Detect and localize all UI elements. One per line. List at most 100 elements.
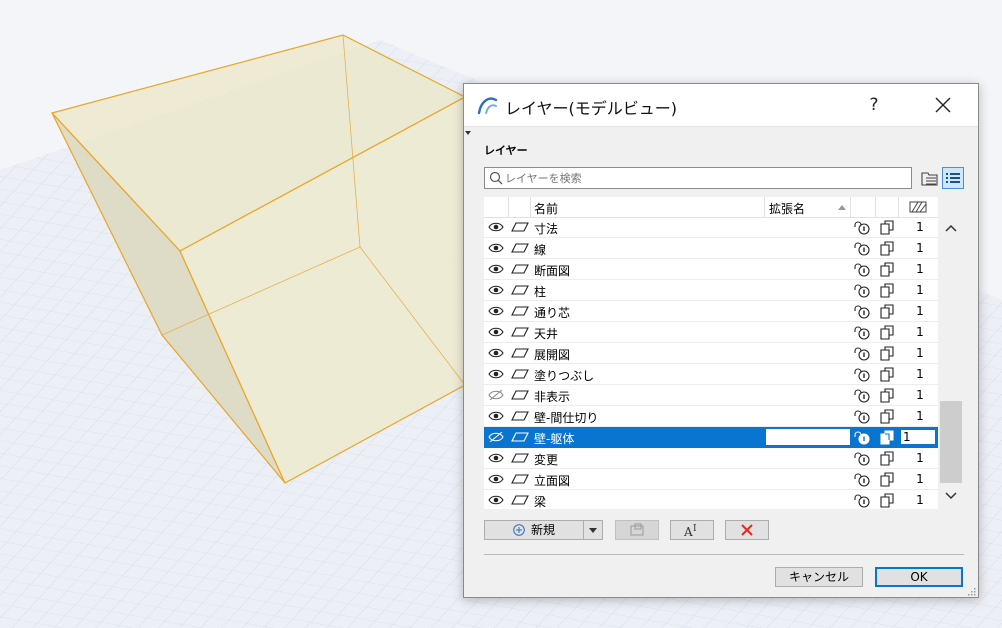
eye-visible-icon[interactable] [488,222,504,232]
lock-toggle-icon[interactable] [853,388,871,403]
layer-row[interactable]: 天井 1 [484,322,938,343]
list-view-button[interactable] [942,167,964,189]
layer-plane-icon[interactable] [511,453,529,463]
layer-plane-icon[interactable] [511,264,529,274]
pen-number[interactable]: 1 [910,220,930,234]
layer-row[interactable]: 柱1 [484,280,938,301]
wireframe-toggle-icon[interactable] [880,409,894,424]
wireframe-toggle-icon[interactable] [880,262,894,277]
lock-toggle-icon[interactable] [853,346,871,361]
eye-visible-icon[interactable] [488,369,504,379]
scroll-up-icon[interactable] [944,223,958,233]
layer-plane-icon[interactable] [511,411,529,421]
layer-plane-icon[interactable] [511,222,529,232]
pen-number[interactable]: 1 [910,451,930,465]
eye-visible-icon[interactable] [488,306,504,316]
layer-row[interactable]: 壁-間仕切り 1 [484,406,938,427]
column-separator[interactable] [764,197,765,217]
pen-number[interactable]: 1 [910,409,930,423]
layer-plane-icon[interactable] [511,432,529,442]
lock-toggle-icon[interactable] [853,430,871,445]
layer-row[interactable]: 通り芯 1 [484,301,938,322]
pen-number[interactable]: 1 [910,283,930,297]
eye-visible-icon[interactable] [488,411,504,421]
pen-number[interactable]: 1 [910,346,930,360]
pen-number[interactable]: 1 [910,388,930,402]
wireframe-toggle-icon[interactable] [880,451,894,466]
layer-row[interactable]: 塗りつぶし 1 [484,364,938,385]
wireframe-toggle-icon[interactable] [880,472,894,487]
layer-row[interactable]: 立面図 1 [484,469,938,490]
lock-toggle-icon[interactable] [853,451,871,466]
eye-visible-icon[interactable] [488,453,504,463]
layer-row[interactable]: 展開図 1 [484,343,938,364]
collapse-arrow-icon[interactable] [465,130,471,136]
layer-row[interactable]: 梁1 [484,490,938,509]
eye-visible-icon[interactable] [488,285,504,295]
lock-toggle-icon[interactable] [853,325,871,340]
column-header-extension[interactable]: 拡張名 [769,200,805,217]
layer-plane-icon[interactable] [511,306,529,316]
eye-hidden-icon[interactable] [488,432,504,442]
layer-plane-icon[interactable] [511,243,529,253]
layer-row[interactable]: 断面図 1 [484,259,938,280]
layer-plane-icon[interactable] [511,474,529,484]
lock-toggle-icon[interactable] [853,367,871,382]
pen-number[interactable]: 1 [910,472,930,486]
title-bar[interactable]: レイヤー(モデルビュー) ? [464,84,978,127]
eye-visible-icon[interactable] [488,348,504,358]
wireframe-toggle-icon[interactable] [880,241,894,256]
column-separator[interactable] [875,197,876,217]
wireframe-toggle-icon[interactable] [880,367,894,382]
lock-toggle-icon[interactable] [853,493,871,508]
search-input[interactable] [505,169,905,187]
layer-plane-icon[interactable] [511,390,529,400]
layer-plane-icon[interactable] [511,369,529,379]
eye-visible-icon[interactable] [488,495,504,505]
wireframe-toggle-icon[interactable] [880,325,894,340]
layer-row[interactable]: 非表示 1 [484,385,938,406]
column-header-name[interactable]: 名前 [534,200,558,217]
layer-row[interactable]: 壁-躯体 1 [484,427,938,448]
pen-number[interactable]: 1 [910,241,930,255]
new-layer-button[interactable]: 新規 [484,520,584,540]
duplicate-layer-button[interactable] [615,520,659,540]
pen-number[interactable]: 1 [910,304,930,318]
lock-toggle-icon[interactable] [853,304,871,319]
wireframe-toggle-icon[interactable] [880,388,894,403]
wireframe-toggle-icon[interactable] [880,493,894,508]
wireframe-toggle-icon[interactable] [880,430,894,445]
lock-toggle-icon[interactable] [853,241,871,256]
close-icon[interactable] [930,92,956,118]
pen-number[interactable]: 1 [910,367,930,381]
search-field[interactable] [484,167,912,189]
layer-plane-icon[interactable] [511,327,529,337]
column-separator[interactable] [508,197,509,217]
layer-plane-icon[interactable] [511,348,529,358]
eye-visible-icon[interactable] [488,243,504,253]
lock-toggle-icon[interactable] [853,409,871,424]
delete-layer-button[interactable] [725,520,769,540]
vertical-scrollbar[interactable] [939,217,963,509]
eye-hidden-icon[interactable] [488,390,504,400]
rename-layer-button[interactable]: A I [670,520,714,540]
pen-header-icon[interactable] [909,200,927,214]
new-layer-dropdown-button[interactable] [583,520,603,540]
lock-toggle-icon[interactable] [853,220,871,235]
column-separator[interactable] [850,197,851,217]
eye-visible-icon[interactable] [488,327,504,337]
resize-grip-icon[interactable] [966,586,976,596]
layer-row[interactable]: 線1 [484,238,938,259]
ok-button[interactable]: OK [875,567,963,587]
wireframe-toggle-icon[interactable] [880,346,894,361]
lock-toggle-icon[interactable] [853,283,871,298]
lock-toggle-icon[interactable] [853,262,871,277]
pen-number[interactable]: 1 [910,325,930,339]
lock-toggle-icon[interactable] [853,472,871,487]
pen-number[interactable]: 1 [910,493,930,507]
layer-plane-icon[interactable] [511,495,529,505]
scroll-down-icon[interactable] [944,491,958,501]
scroll-thumb[interactable] [940,401,962,483]
pen-number[interactable]: 1 [910,262,930,276]
eye-visible-icon[interactable] [488,264,504,274]
